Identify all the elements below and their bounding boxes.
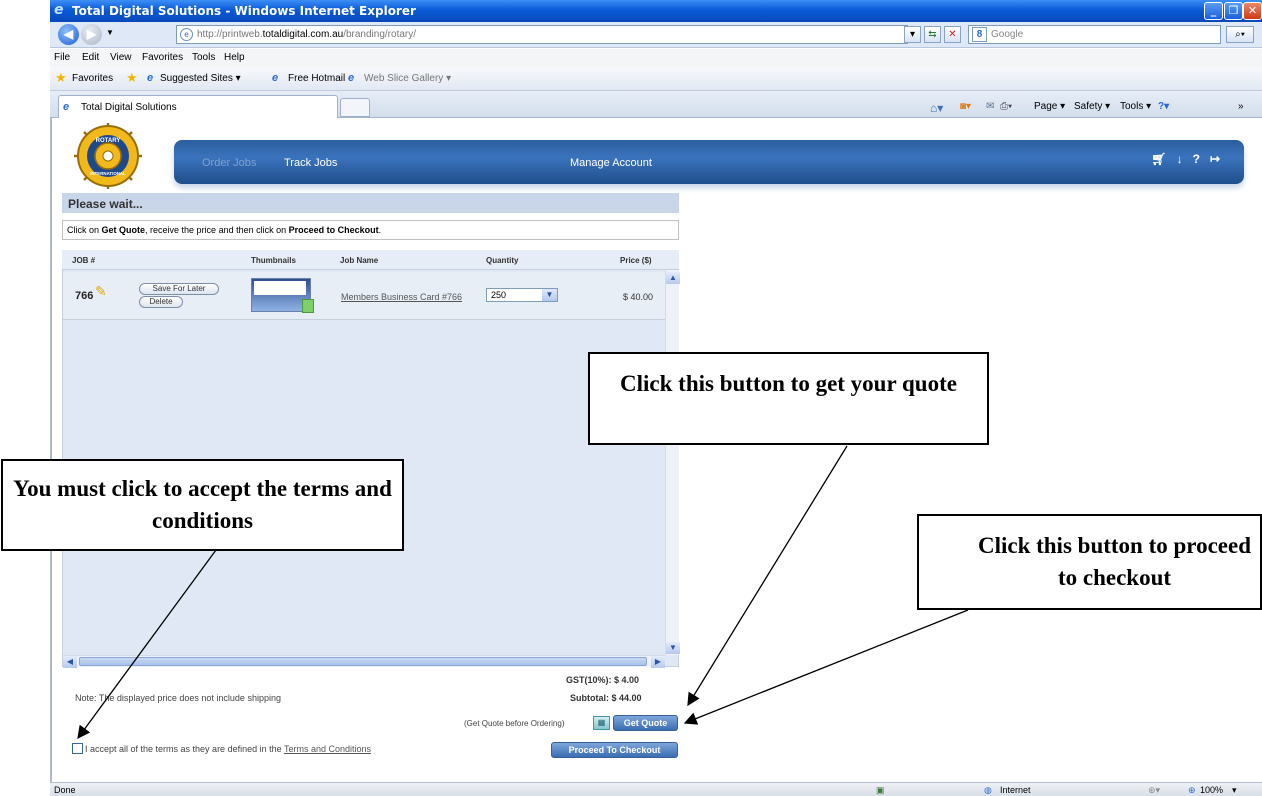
checkout-arrow xyxy=(683,609,969,725)
callout-get-quote: Click this button to get your quote xyxy=(588,352,989,445)
callout-accept-terms: You must click to accept the terms and c… xyxy=(1,459,404,551)
callout-checkout: Click this button to proceed to checkout xyxy=(917,514,1262,610)
quote-arrow xyxy=(687,445,848,707)
terms-arrow xyxy=(77,549,217,740)
